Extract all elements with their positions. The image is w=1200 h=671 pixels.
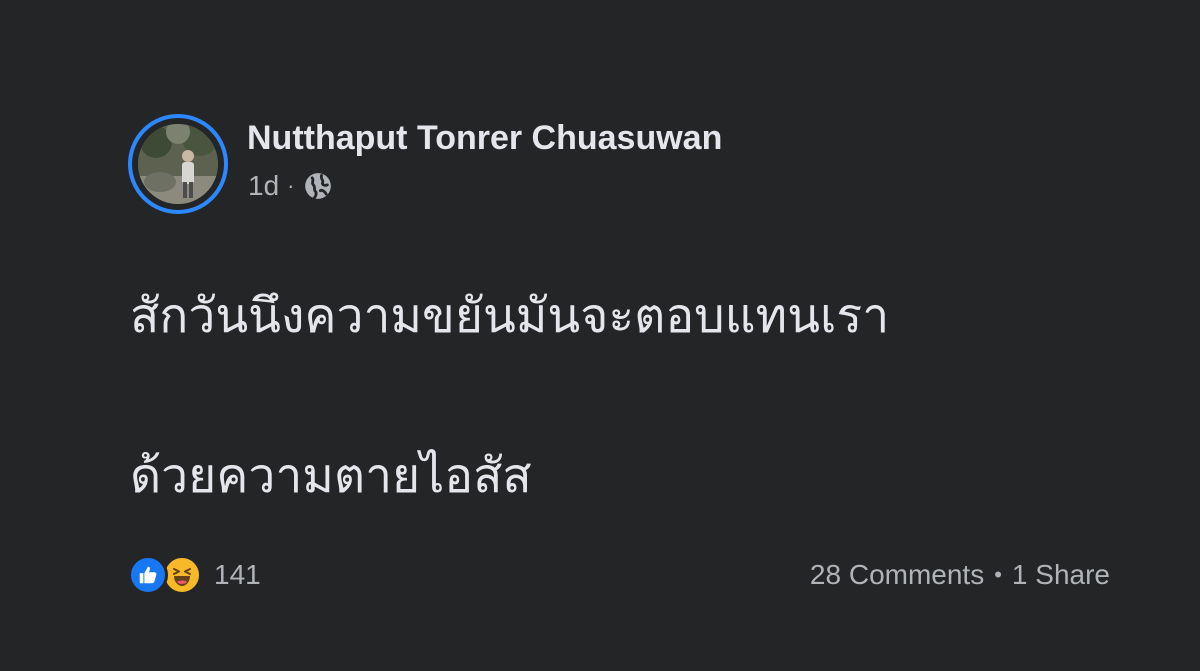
post-card: Nutthaput Tonrer Chuasuwan 1d · สักวันนึ…	[0, 0, 1200, 671]
post-meta: 1d ·	[248, 170, 332, 202]
post-text-line-2: ด้วยความตายไอสัส	[130, 448, 532, 504]
meta-separator: ·	[287, 173, 295, 198]
haha-icon	[162, 555, 202, 595]
globe-icon[interactable]	[304, 172, 332, 200]
author-avatar[interactable]	[128, 114, 228, 214]
author-name[interactable]: Nutthaput Tonrer Chuasuwan	[247, 119, 722, 158]
reactions-summary[interactable]: 141	[128, 555, 261, 595]
post-time[interactable]: 1d	[248, 170, 279, 202]
engagement-stats: 28 Comments • 1 Share	[810, 559, 1110, 591]
post-text-line-1: สักวันนึงความขยันมันจะตอบแทนเรา	[130, 288, 890, 344]
shares-link[interactable]: 1 Share	[1012, 559, 1110, 591]
stats-separator: •	[994, 562, 1002, 587]
like-icon	[128, 555, 168, 595]
reaction-count: 141	[214, 559, 261, 590]
comments-link[interactable]: 28 Comments	[810, 559, 984, 591]
avatar-photo	[138, 124, 218, 204]
